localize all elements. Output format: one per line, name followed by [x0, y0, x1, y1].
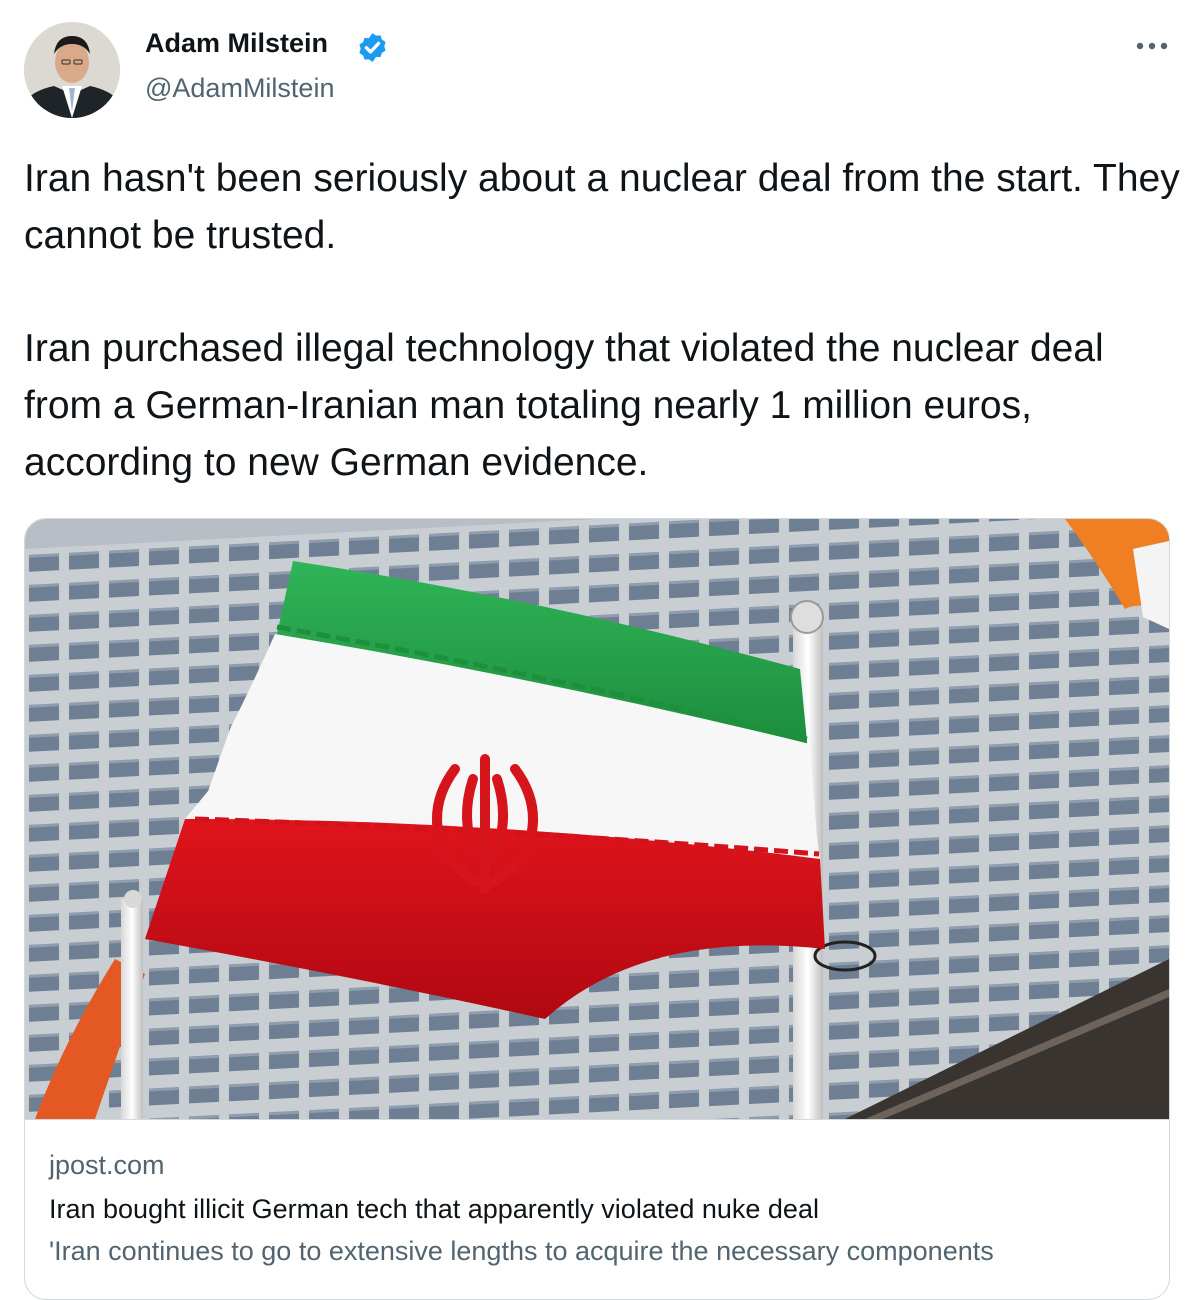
- link-card[interactable]: jpost.com Iran bought illicit German tec…: [24, 518, 1170, 1300]
- author-display-name[interactable]: Adam Milstein: [145, 28, 328, 59]
- avatar-photo: [24, 22, 120, 118]
- more-options-icon[interactable]: [1132, 36, 1172, 56]
- tweet-paragraph: Iran hasn't been seriously about a nucle…: [24, 157, 1180, 257]
- link-description: 'Iran continues to go to extensive lengt…: [49, 1236, 994, 1266]
- link-title[interactable]: Iran bought illicit German tech that app…: [49, 1194, 819, 1225]
- tweet-text: Iran hasn't been seriously about a nucle…: [24, 150, 1184, 491]
- link-card-meta[interactable]: jpost.com Iran bought illicit German tec…: [25, 1119, 1169, 1299]
- avatar[interactable]: [24, 22, 120, 118]
- author-handle[interactable]: @AdamMilstein: [145, 73, 334, 104]
- tweet-paragraph: Iran purchased illegal technology that v…: [24, 327, 1104, 484]
- iran-flag-photo: [25, 519, 1169, 1119]
- link-domain: jpost.com: [49, 1150, 165, 1180]
- verified-badge-icon: [359, 33, 386, 62]
